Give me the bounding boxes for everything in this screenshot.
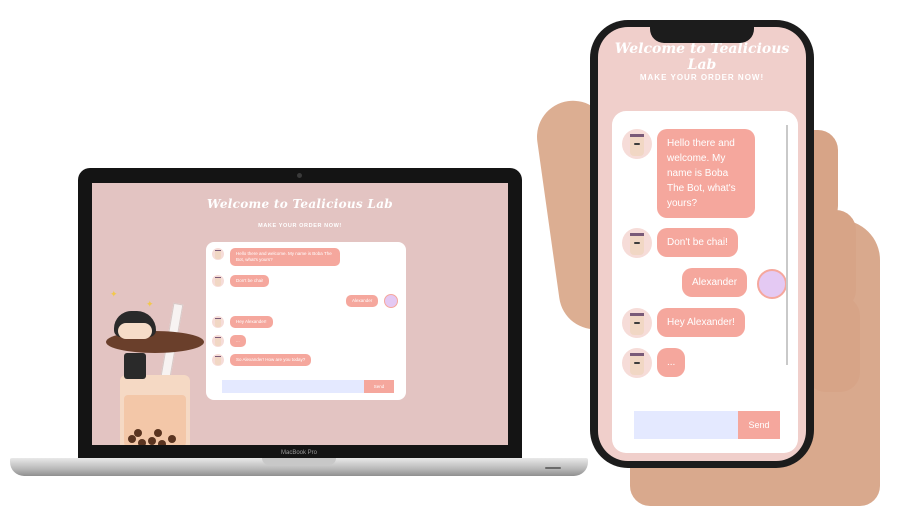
cup-face-shape	[634, 143, 640, 145]
bot-message: ...	[230, 335, 246, 347]
boba-cup-icon	[215, 277, 221, 286]
pearl-shape	[158, 440, 166, 445]
boba-cup-icon	[630, 233, 644, 255]
pearl-shape	[138, 439, 146, 445]
phone-screen: Welcome to Tealicious Lab MAKE YOUR ORDE…	[598, 27, 806, 461]
boba-cup-icon	[215, 356, 221, 365]
bot-message: Hello there and welcome. My name is Boba…	[657, 129, 755, 218]
boba-cup-icon	[215, 250, 221, 259]
bot-message: So Alexander! How are you today?	[230, 354, 312, 366]
bot-message: Hey Alexander!	[230, 316, 273, 328]
phone-chat-input[interactable]	[634, 411, 738, 439]
bot-message: ...	[657, 348, 686, 377]
bot-message: Don't be chai!	[230, 275, 270, 287]
bot-message: Hey Alexander!	[657, 308, 745, 337]
pearl-shape	[134, 429, 142, 437]
chat-panel: Hello there and welcome. My name is Boba…	[206, 242, 406, 400]
phone-notch	[650, 27, 754, 43]
cup-face-shape	[634, 242, 640, 244]
user-message: Alexander	[682, 268, 748, 297]
chat-scrollbar[interactable]	[786, 125, 788, 365]
boba-mascot-illustration: ✦ ✦	[106, 235, 206, 445]
bot-message: Don't be chai!	[657, 228, 738, 257]
bot-message: Hello there and welcome. My name is Boba…	[230, 248, 340, 266]
hand-finger	[806, 296, 860, 392]
boba-cup-icon	[630, 353, 644, 375]
phone-page-title: Welcome to Tealicious Lab	[614, 41, 790, 73]
bot-avatar	[212, 335, 224, 347]
cup-face-shape	[634, 322, 640, 324]
pearl-shape	[154, 429, 162, 437]
page-subtitle: MAKE YOUR ORDER NOW!	[258, 223, 342, 229]
pearl-shape	[168, 435, 176, 443]
user-message: Alexander	[346, 295, 379, 307]
boba-cup-icon	[215, 337, 221, 346]
laptop-camera	[297, 173, 302, 178]
laptop-screen: Welcome to Tealicious Lab MAKE YOUR ORDE…	[92, 183, 508, 445]
boba-cup-icon	[630, 134, 644, 156]
bot-avatar	[212, 248, 224, 260]
phone-send-button[interactable]: Send	[738, 411, 780, 439]
sparkle-icon: ✦	[146, 299, 154, 309]
laptop-indicator	[545, 467, 561, 469]
legs-shape	[124, 353, 146, 379]
chat-input[interactable]	[222, 380, 364, 393]
boba-cup-icon	[630, 313, 644, 335]
bot-avatar	[622, 308, 652, 338]
phone-chat-panel: Hello there and welcome. My name is Boba…	[612, 111, 798, 453]
bot-avatar	[212, 275, 224, 287]
laptop-model-label: MacBook Pro	[280, 450, 317, 456]
boba-cup-icon	[215, 318, 221, 327]
pearl-shape	[148, 437, 156, 445]
bot-avatar	[622, 228, 652, 258]
bot-avatar	[212, 316, 224, 328]
send-button[interactable]: Send	[364, 380, 394, 393]
cup-face-shape	[634, 362, 640, 364]
page-title: Welcome to Tealicious Lab	[207, 197, 393, 211]
bot-avatar	[212, 354, 224, 366]
bot-avatar	[622, 348, 652, 378]
user-avatar	[757, 269, 787, 299]
user-avatar	[384, 294, 398, 308]
phone-page-subtitle: MAKE YOUR ORDER NOW!	[639, 73, 765, 82]
face-shape	[118, 323, 152, 339]
laptop-notch	[262, 458, 336, 465]
sparkle-icon: ✦	[110, 289, 118, 299]
bot-avatar	[622, 129, 652, 159]
